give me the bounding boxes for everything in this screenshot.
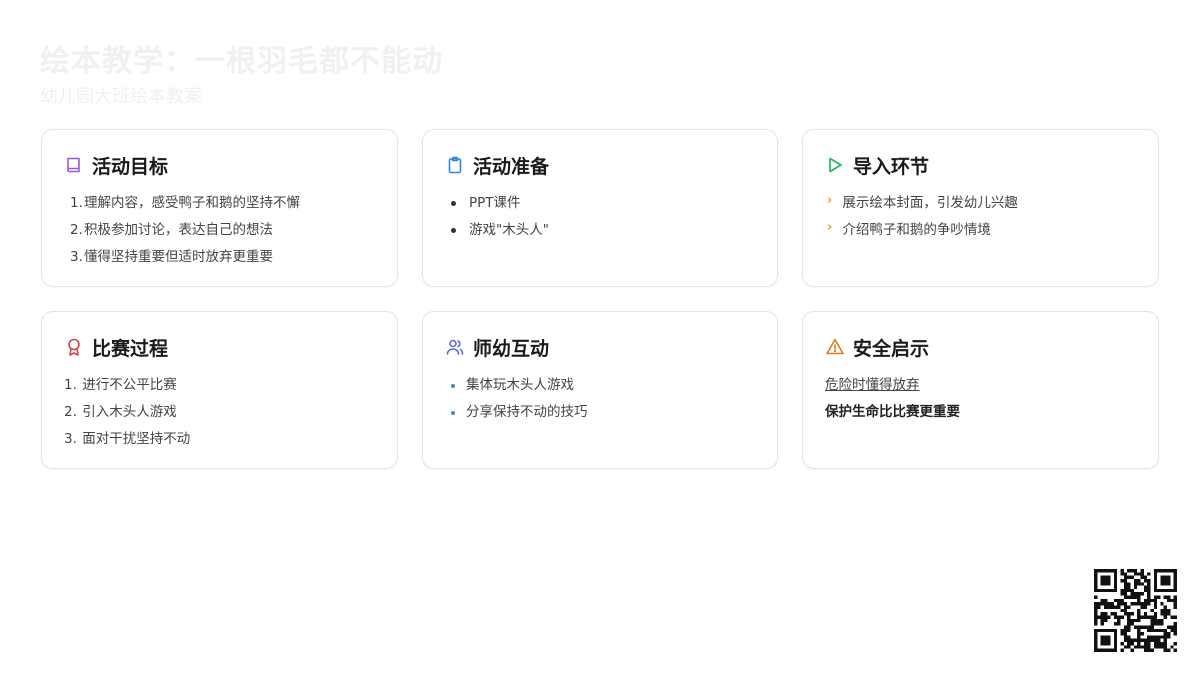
card-goals: 活动目标 1. 理解内容，感受鸭子和鹅的坚持不懈 2. 积极参加讨论，表达自己的想法…: [41, 129, 398, 287]
list-item: 游戏"木头人": [445, 217, 757, 244]
interact-list: 集体玩木头人游戏 分享保持不动的技巧: [445, 372, 757, 426]
chevron-right-icon: ›: [827, 220, 833, 235]
award-icon: [64, 337, 84, 357]
prep-list: PPT课件 游戏"木头人": [445, 190, 757, 244]
qr-code-icon: [1094, 569, 1177, 652]
intro-list: › 展示绘本封面，引发幼儿兴趣 › 介绍鸭子和鹅的争吵情境: [825, 190, 1138, 244]
warning-icon: [825, 337, 845, 357]
list-item: 3. 面对干扰坚持不动: [64, 431, 191, 447]
list-item: 1. 进行不公平比赛: [64, 377, 177, 393]
page-title: 绘本教学：一根羽毛都不能动: [40, 44, 443, 79]
clipboard-icon: [445, 155, 465, 175]
safety-line-1: 危险时懂得放弃: [825, 377, 920, 393]
safety-line-2: 保护生命比比赛更重要: [825, 404, 960, 420]
list-item: 3. 懂得坚持重要但适时放弃更重要: [70, 249, 273, 265]
card-process: 比赛过程 1. 进行不公平比赛 2. 引入木头人游戏 3. 面对干扰坚持不动: [41, 311, 398, 469]
card-safety: 安全启示 危险时懂得放弃 保护生命比比赛更重要: [802, 311, 1159, 469]
book-icon: [64, 155, 84, 175]
card-title: 师幼互动: [473, 337, 550, 360]
list-item: › 介绍鸭子和鹅的争吵情境: [825, 217, 1138, 244]
list-item: › 展示绘本封面，引发幼儿兴趣: [825, 190, 1138, 217]
card-grid: 活动目标 1. 理解内容，感受鸭子和鹅的坚持不懈 2. 积极参加讨论，表达自己的想法…: [41, 129, 1159, 469]
header: 绘本教学：一根羽毛都不能动 幼儿园大班绘本教案: [40, 42, 443, 108]
card-title: 活动目标: [92, 155, 169, 178]
list-item: 分享保持不动的技巧: [445, 399, 757, 426]
play-icon: [825, 155, 845, 175]
goals-list: 1. 理解内容，感受鸭子和鹅的坚持不懈 2. 积极参加讨论，表达自己的想法 3. 懂得…: [64, 190, 377, 271]
page-subtitle: 幼儿园大班绘本教案: [40, 86, 202, 107]
list-item: 2. 积极参加讨论，表达自己的想法: [70, 222, 273, 238]
list-item: PPT课件: [445, 190, 757, 217]
card-intro: 导入环节 › 展示绘本封面，引发幼儿兴趣 › 介绍鸭子和鹅的争吵情境: [802, 129, 1159, 287]
card-prep: 活动准备 PPT课件 游戏"木头人": [422, 129, 778, 287]
users-icon: [445, 337, 465, 357]
list-item: 2. 引入木头人游戏: [64, 404, 177, 420]
card-title: 活动准备: [473, 155, 550, 178]
card-title: 导入环节: [853, 155, 930, 178]
card-interact: 师幼互动 集体玩木头人游戏 分享保持不动的技巧: [422, 311, 778, 469]
card-title: 比赛过程: [92, 337, 169, 360]
chevron-right-icon: ›: [827, 193, 833, 208]
list-item: 1. 理解内容，感受鸭子和鹅的坚持不懈: [70, 195, 300, 211]
list-item: 集体玩木头人游戏: [445, 372, 757, 399]
process-list: 1. 进行不公平比赛 2. 引入木头人游戏 3. 面对干扰坚持不动: [64, 372, 377, 453]
card-title: 安全启示: [853, 337, 930, 360]
